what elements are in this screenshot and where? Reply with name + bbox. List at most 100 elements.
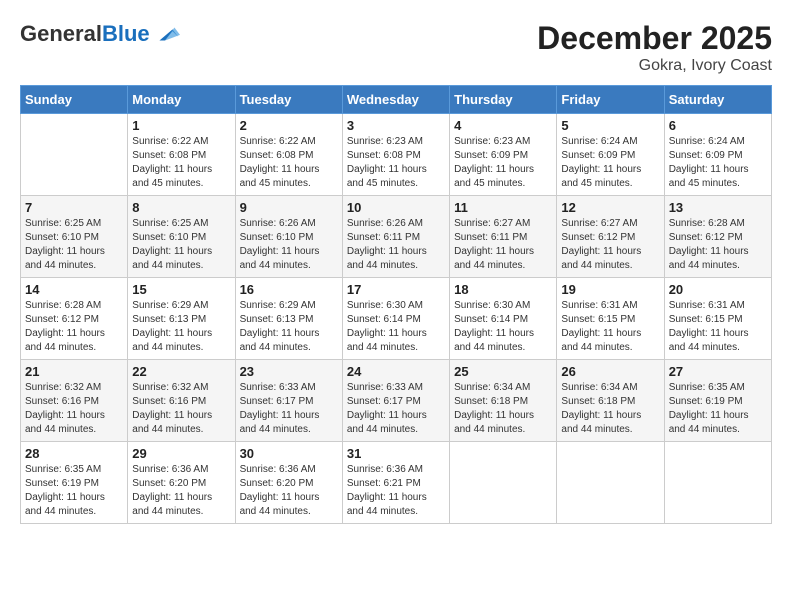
- day-number: 22: [132, 364, 230, 379]
- day-info: Sunrise: 6:34 AM Sunset: 6:18 PM Dayligh…: [454, 381, 552, 437]
- day-number: 19: [561, 282, 659, 297]
- calendar-cell: 8Sunrise: 6:25 AM Sunset: 6:10 PM Daylig…: [128, 196, 235, 278]
- calendar-cell: 2Sunrise: 6:22 AM Sunset: 6:08 PM Daylig…: [235, 114, 342, 196]
- day-info: Sunrise: 6:28 AM Sunset: 6:12 PM Dayligh…: [669, 217, 767, 273]
- calendar-table: SundayMondayTuesdayWednesdayThursdayFrid…: [20, 85, 772, 524]
- calendar-cell: 11Sunrise: 6:27 AM Sunset: 6:11 PM Dayli…: [450, 196, 557, 278]
- day-info: Sunrise: 6:23 AM Sunset: 6:08 PM Dayligh…: [347, 135, 445, 191]
- day-info: Sunrise: 6:31 AM Sunset: 6:15 PM Dayligh…: [669, 299, 767, 355]
- calendar-cell: 12Sunrise: 6:27 AM Sunset: 6:12 PM Dayli…: [557, 196, 664, 278]
- calendar-cell: 19Sunrise: 6:31 AM Sunset: 6:15 PM Dayli…: [557, 278, 664, 360]
- calendar-cell: 18 Sunrise: 6:30 AM Sunset: 6:14 PM Dayli…: [450, 278, 557, 360]
- weekday-header: Thursday: [450, 86, 557, 114]
- calendar-cell: 13 Sunrise: 6:28 AM Sunset: 6:12 PM Dayli…: [664, 196, 771, 278]
- day-info: Sunrise: 6:26 AM Sunset: 6:11 PM Dayligh…: [347, 217, 445, 273]
- weekday-header: Friday: [557, 86, 664, 114]
- day-number: 28: [25, 446, 123, 461]
- day-number: 16: [240, 282, 338, 297]
- day-number: 5: [561, 118, 659, 133]
- day-number: 26: [561, 364, 659, 379]
- day-info: Sunrise: 6:30 AM Sunset: 6:14 PM Dayligh…: [347, 299, 445, 355]
- day-info: Sunrise: 6:32 AM Sunset: 6:16 PM Dayligh…: [25, 381, 123, 437]
- calendar-week-row: 1 Sunrise: 6:22 AM Sunset: 6:08 PM Daylig…: [21, 114, 772, 196]
- day-info: Sunrise: 6:36 AM Sunset: 6:20 PM Dayligh…: [240, 463, 338, 519]
- day-info: Sunrise: 6:24 AM Sunset: 6:09 PM Dayligh…: [669, 135, 767, 191]
- day-info: Sunrise: 6:22 AM Sunset: 6:08 PM Dayligh…: [240, 135, 338, 191]
- calendar-cell: 26 Sunrise: 6:34 AM Sunset: 6:18 PM Dayli…: [557, 360, 664, 442]
- day-number: 7: [25, 200, 123, 215]
- calendar-cell: 6 Sunrise: 6:24 AM Sunset: 6:09 PM Daylig…: [664, 114, 771, 196]
- day-number: 13: [669, 200, 767, 215]
- logo-icon: [152, 20, 180, 48]
- day-number: 14: [25, 282, 123, 297]
- day-number: 27: [669, 364, 767, 379]
- calendar-cell: 9Sunrise: 6:26 AM Sunset: 6:10 PM Daylig…: [235, 196, 342, 278]
- day-number: 4: [454, 118, 552, 133]
- calendar-cell: 4Sunrise: 6:23 AM Sunset: 6:09 PM Daylig…: [450, 114, 557, 196]
- day-number: 24: [347, 364, 445, 379]
- day-info: Sunrise: 6:30 AM Sunset: 6:14 PM Dayligh…: [454, 299, 552, 355]
- calendar-cell: 14 Sunrise: 6:28 AM Sunset: 6:12 PM Dayli…: [21, 278, 128, 360]
- calendar-week-row: 7 Sunrise: 6:25 AM Sunset: 6:10 PM Daylig…: [21, 196, 772, 278]
- logo: GeneralBlue: [20, 20, 180, 48]
- logo-blue-text: Blue: [102, 21, 150, 46]
- day-info: Sunrise: 6:36 AM Sunset: 6:21 PM Dayligh…: [347, 463, 445, 519]
- day-info: Sunrise: 6:27 AM Sunset: 6:12 PM Dayligh…: [561, 217, 659, 273]
- calendar-cell: 28 Sunrise: 6:35 AM Sunset: 6:19 PM Dayli…: [21, 442, 128, 524]
- weekday-header: Monday: [128, 86, 235, 114]
- day-info: Sunrise: 6:25 AM Sunset: 6:10 PM Dayligh…: [25, 217, 123, 273]
- day-number: 20: [669, 282, 767, 297]
- calendar-cell: 3 Sunrise: 6:23 AM Sunset: 6:08 PM Daylig…: [342, 114, 449, 196]
- weekday-header: Tuesday: [235, 86, 342, 114]
- month-year-title: December 2025: [537, 20, 772, 57]
- calendar-cell: [664, 442, 771, 524]
- day-info: Sunrise: 6:36 AM Sunset: 6:20 PM Dayligh…: [132, 463, 230, 519]
- calendar-cell: 1Sunrise: 6:22 AM Sunset: 6:08 PM Daylig…: [128, 114, 235, 196]
- location-subtitle: Gokra, Ivory Coast: [537, 57, 772, 75]
- calendar-cell: 23 Sunrise: 6:33 AM Sunset: 6:17 PM Dayli…: [235, 360, 342, 442]
- calendar-week-row: 28 Sunrise: 6:35 AM Sunset: 6:19 PM Dayli…: [21, 442, 772, 524]
- day-info: Sunrise: 6:35 AM Sunset: 6:19 PM Dayligh…: [25, 463, 123, 519]
- calendar-cell: 30 Sunrise: 6:36 AM Sunset: 6:20 PM Dayli…: [235, 442, 342, 524]
- calendar-cell: 15 Sunrise: 6:29 AM Sunset: 6:13 PM Dayli…: [128, 278, 235, 360]
- calendar-cell: 5Sunrise: 6:24 AM Sunset: 6:09 PM Daylig…: [557, 114, 664, 196]
- weekday-header: Saturday: [664, 86, 771, 114]
- calendar-cell: 7 Sunrise: 6:25 AM Sunset: 6:10 PM Daylig…: [21, 196, 128, 278]
- calendar-body: 1 Sunrise: 6:22 AM Sunset: 6:08 PM Daylig…: [21, 114, 772, 524]
- day-number: 21: [25, 364, 123, 379]
- day-info: Sunrise: 6:33 AM Sunset: 6:17 PM Dayligh…: [347, 381, 445, 437]
- day-number: 29: [132, 446, 230, 461]
- day-info: Sunrise: 6:25 AM Sunset: 6:10 PM Dayligh…: [132, 217, 230, 273]
- day-number: 1: [132, 118, 230, 133]
- calendar-cell: [450, 442, 557, 524]
- day-number: 11: [454, 200, 552, 215]
- day-number: 18: [454, 282, 552, 297]
- calendar-cell: 16Sunrise: 6:29 AM Sunset: 6:13 PM Dayli…: [235, 278, 342, 360]
- calendar-cell: 29 Sunrise: 6:36 AM Sunset: 6:20 PM Dayli…: [128, 442, 235, 524]
- calendar-cell: 10Sunrise: 6:26 AM Sunset: 6:11 PM Dayli…: [342, 196, 449, 278]
- calendar-cell: [557, 442, 664, 524]
- calendar-cell: [21, 114, 128, 196]
- day-number: 6: [669, 118, 767, 133]
- calendar-cell: 25 Sunrise: 6:34 AM Sunset: 6:18 PM Dayli…: [450, 360, 557, 442]
- calendar-cell: 17 Sunrise: 6:30 AM Sunset: 6:14 PM Dayli…: [342, 278, 449, 360]
- day-number: 3: [347, 118, 445, 133]
- day-number: 17: [347, 282, 445, 297]
- calendar-cell: 21 Sunrise: 6:32 AM Sunset: 6:16 PM Dayli…: [21, 360, 128, 442]
- day-info: Sunrise: 6:33 AM Sunset: 6:17 PM Dayligh…: [240, 381, 338, 437]
- day-number: 15: [132, 282, 230, 297]
- day-info: Sunrise: 6:28 AM Sunset: 6:12 PM Dayligh…: [25, 299, 123, 355]
- day-number: 23: [240, 364, 338, 379]
- day-number: 31: [347, 446, 445, 461]
- day-info: Sunrise: 6:34 AM Sunset: 6:18 PM Dayligh…: [561, 381, 659, 437]
- day-info: Sunrise: 6:29 AM Sunset: 6:13 PM Dayligh…: [132, 299, 230, 355]
- title-block: December 2025 Gokra, Ivory Coast: [537, 20, 772, 75]
- calendar-cell: 27Sunrise: 6:35 AM Sunset: 6:19 PM Dayli…: [664, 360, 771, 442]
- day-number: 30: [240, 446, 338, 461]
- calendar-header-row: SundayMondayTuesdayWednesdayThursdayFrid…: [21, 86, 772, 114]
- day-info: Sunrise: 6:26 AM Sunset: 6:10 PM Dayligh…: [240, 217, 338, 273]
- day-number: 25: [454, 364, 552, 379]
- day-info: Sunrise: 6:32 AM Sunset: 6:16 PM Dayligh…: [132, 381, 230, 437]
- calendar-cell: 31 Sunrise: 6:36 AM Sunset: 6:21 PM Dayli…: [342, 442, 449, 524]
- weekday-header: Wednesday: [342, 86, 449, 114]
